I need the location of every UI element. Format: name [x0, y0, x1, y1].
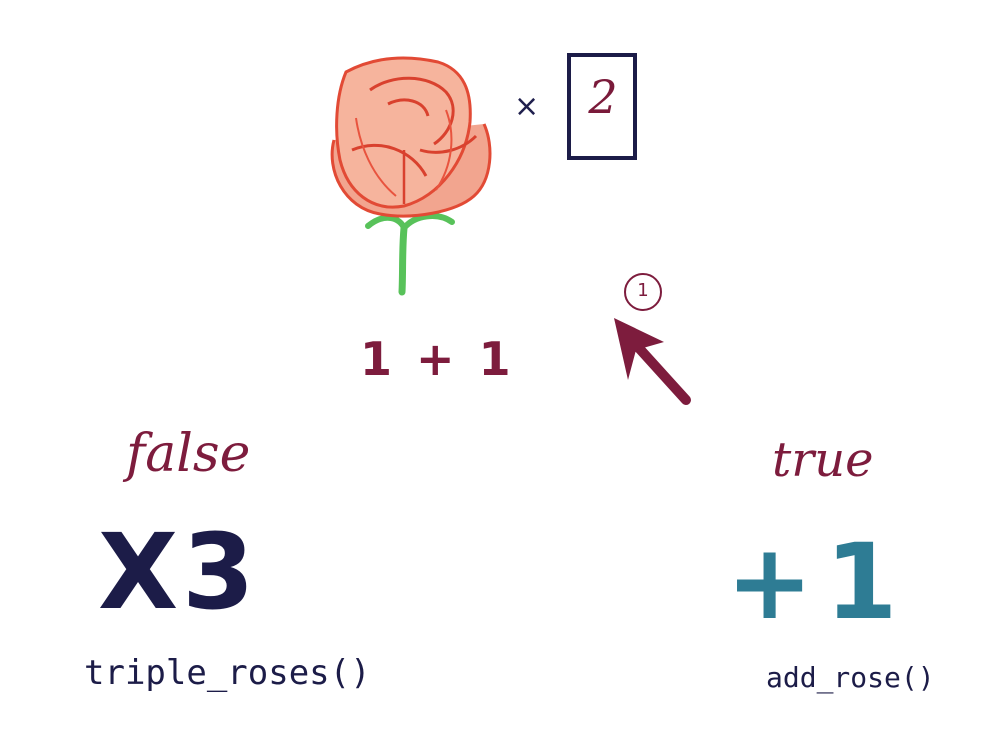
false-branch-label: false: [126, 424, 251, 484]
expression: 1 + 1: [360, 332, 515, 386]
step-number: 1: [637, 280, 649, 301]
multiplier-symbol: ×: [514, 89, 540, 124]
true-branch-operation: +1: [726, 521, 910, 643]
boxed-value: 2: [588, 70, 618, 124]
false-branch-function: triple_roses(): [84, 653, 371, 693]
rose-icon: [330, 56, 492, 296]
arrow-icon: [614, 318, 691, 405]
false-branch-operation: X3: [98, 511, 259, 633]
true-branch-function: add_rose(): [766, 661, 935, 694]
true-branch-label: true: [772, 432, 874, 488]
diagram-canvas: × 2 1 + 1 1 false true X3 +1 triple_rose…: [0, 0, 1008, 742]
